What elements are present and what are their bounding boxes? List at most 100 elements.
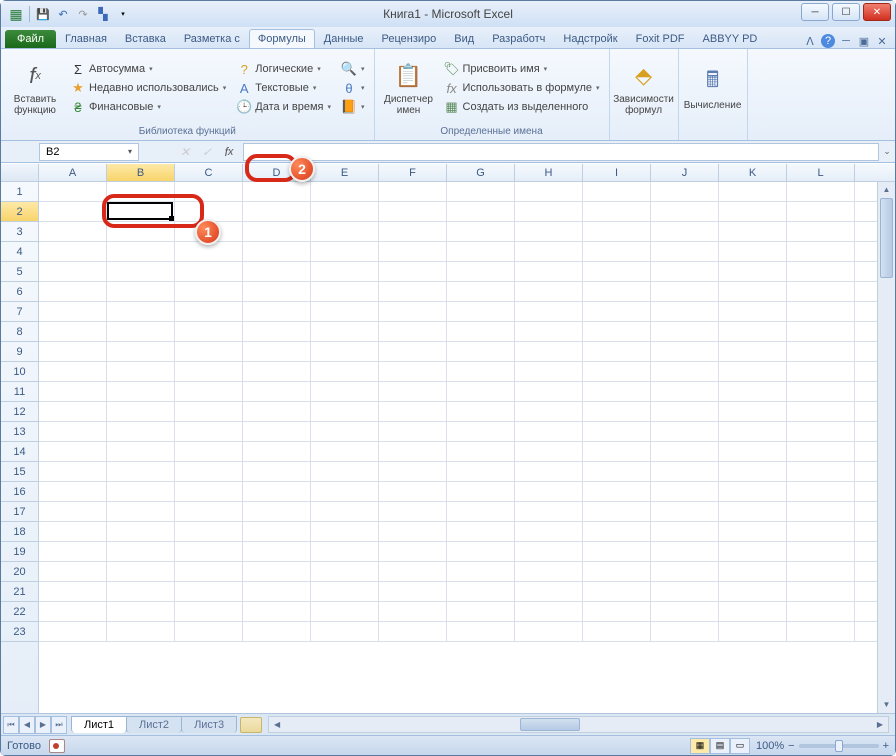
use-in-formula-button[interactable]: fxИспользовать в формуле▾	[441, 79, 603, 97]
cell[interactable]	[515, 582, 583, 601]
col-header[interactable]: K	[719, 164, 787, 181]
cell[interactable]	[243, 302, 311, 321]
cell[interactable]	[515, 502, 583, 521]
cell[interactable]	[175, 262, 243, 281]
cell[interactable]	[651, 522, 719, 541]
cell[interactable]	[447, 542, 515, 561]
cell[interactable]	[583, 322, 651, 341]
cell[interactable]	[243, 382, 311, 401]
cell[interactable]	[107, 282, 175, 301]
cell[interactable]	[107, 622, 175, 641]
cell[interactable]	[651, 302, 719, 321]
tab-data[interactable]: Данные	[315, 29, 373, 48]
cell[interactable]	[107, 242, 175, 261]
cell[interactable]	[243, 262, 311, 281]
cell[interactable]	[447, 302, 515, 321]
cell[interactable]	[311, 322, 379, 341]
cell[interactable]	[107, 582, 175, 601]
row-header[interactable]: 17	[1, 502, 38, 522]
col-header[interactable]: F	[379, 164, 447, 181]
cell[interactable]	[651, 482, 719, 501]
datetime-button[interactable]: 🕒Дата и время▾	[233, 98, 334, 116]
zoom-out-button[interactable]: −	[788, 740, 794, 752]
vscroll-thumb[interactable]	[880, 198, 893, 278]
tab-view[interactable]: Вид	[445, 29, 483, 48]
cell[interactable]	[447, 622, 515, 641]
cell[interactable]	[379, 382, 447, 401]
cell[interactable]	[39, 182, 107, 201]
cell[interactable]	[39, 402, 107, 421]
view-pagebreak-button[interactable]: ▭	[730, 738, 750, 754]
cell[interactable]	[719, 442, 787, 461]
row-header[interactable]: 5	[1, 262, 38, 282]
tab-foxit[interactable]: Foxit PDF	[627, 29, 694, 48]
cell[interactable]	[243, 202, 311, 221]
sheet-tab[interactable]: Лист3	[181, 716, 237, 733]
cell[interactable]	[787, 522, 855, 541]
logical-button[interactable]: ?Логические▾	[233, 60, 334, 78]
cell[interactable]	[379, 362, 447, 381]
cell[interactable]	[651, 362, 719, 381]
cell[interactable]	[651, 322, 719, 341]
cell[interactable]	[719, 342, 787, 361]
financial-button[interactable]: ₴Финансовые▾	[67, 98, 229, 116]
cell[interactable]	[39, 602, 107, 621]
cell[interactable]	[787, 602, 855, 621]
minimize-button[interactable]: ─	[801, 3, 829, 21]
cell[interactable]	[719, 282, 787, 301]
cell[interactable]	[311, 182, 379, 201]
cell[interactable]	[719, 222, 787, 241]
cell[interactable]	[243, 222, 311, 241]
cell[interactable]	[583, 522, 651, 541]
cell[interactable]	[175, 322, 243, 341]
cell[interactable]	[379, 262, 447, 281]
cell[interactable]	[583, 362, 651, 381]
cell[interactable]	[311, 222, 379, 241]
row-header[interactable]: 19	[1, 542, 38, 562]
cell[interactable]	[719, 522, 787, 541]
col-header[interactable]: G	[447, 164, 515, 181]
row-header[interactable]: 2	[1, 202, 38, 222]
cell[interactable]	[515, 342, 583, 361]
row-header[interactable]: 20	[1, 562, 38, 582]
cell[interactable]	[651, 342, 719, 361]
cell[interactable]	[719, 302, 787, 321]
cell[interactable]	[583, 442, 651, 461]
cell[interactable]	[651, 202, 719, 221]
row-header[interactable]: 12	[1, 402, 38, 422]
cell[interactable]	[311, 562, 379, 581]
cell[interactable]	[447, 202, 515, 221]
cell[interactable]	[175, 482, 243, 501]
scroll-left-icon[interactable]: ◀	[269, 720, 285, 729]
cell[interactable]	[379, 242, 447, 261]
cell[interactable]	[583, 302, 651, 321]
cell[interactable]	[107, 322, 175, 341]
cell[interactable]	[651, 402, 719, 421]
cell[interactable]	[787, 302, 855, 321]
create-from-sel-button[interactable]: ▦Создать из выделенного	[441, 98, 603, 116]
cell[interactable]	[379, 562, 447, 581]
undo-icon[interactable]: ↶	[54, 5, 72, 23]
cell[interactable]	[379, 542, 447, 561]
cell[interactable]	[447, 522, 515, 541]
cell[interactable]	[175, 522, 243, 541]
cell[interactable]	[39, 442, 107, 461]
cell[interactable]	[651, 562, 719, 581]
cell[interactable]	[311, 422, 379, 441]
select-all-corner[interactable]	[1, 164, 39, 181]
cell[interactable]	[787, 282, 855, 301]
col-header[interactable]: H	[515, 164, 583, 181]
row-header[interactable]: 6	[1, 282, 38, 302]
cell[interactable]	[107, 422, 175, 441]
cell[interactable]	[243, 482, 311, 501]
cell[interactable]	[447, 342, 515, 361]
cell[interactable]	[447, 582, 515, 601]
tab-addins[interactable]: Надстройк	[554, 29, 626, 48]
cell[interactable]	[379, 222, 447, 241]
cell[interactable]	[583, 602, 651, 621]
cell[interactable]	[447, 322, 515, 341]
row-header[interactable]: 22	[1, 602, 38, 622]
cell[interactable]	[243, 562, 311, 581]
cell[interactable]	[243, 422, 311, 441]
cell[interactable]	[719, 382, 787, 401]
